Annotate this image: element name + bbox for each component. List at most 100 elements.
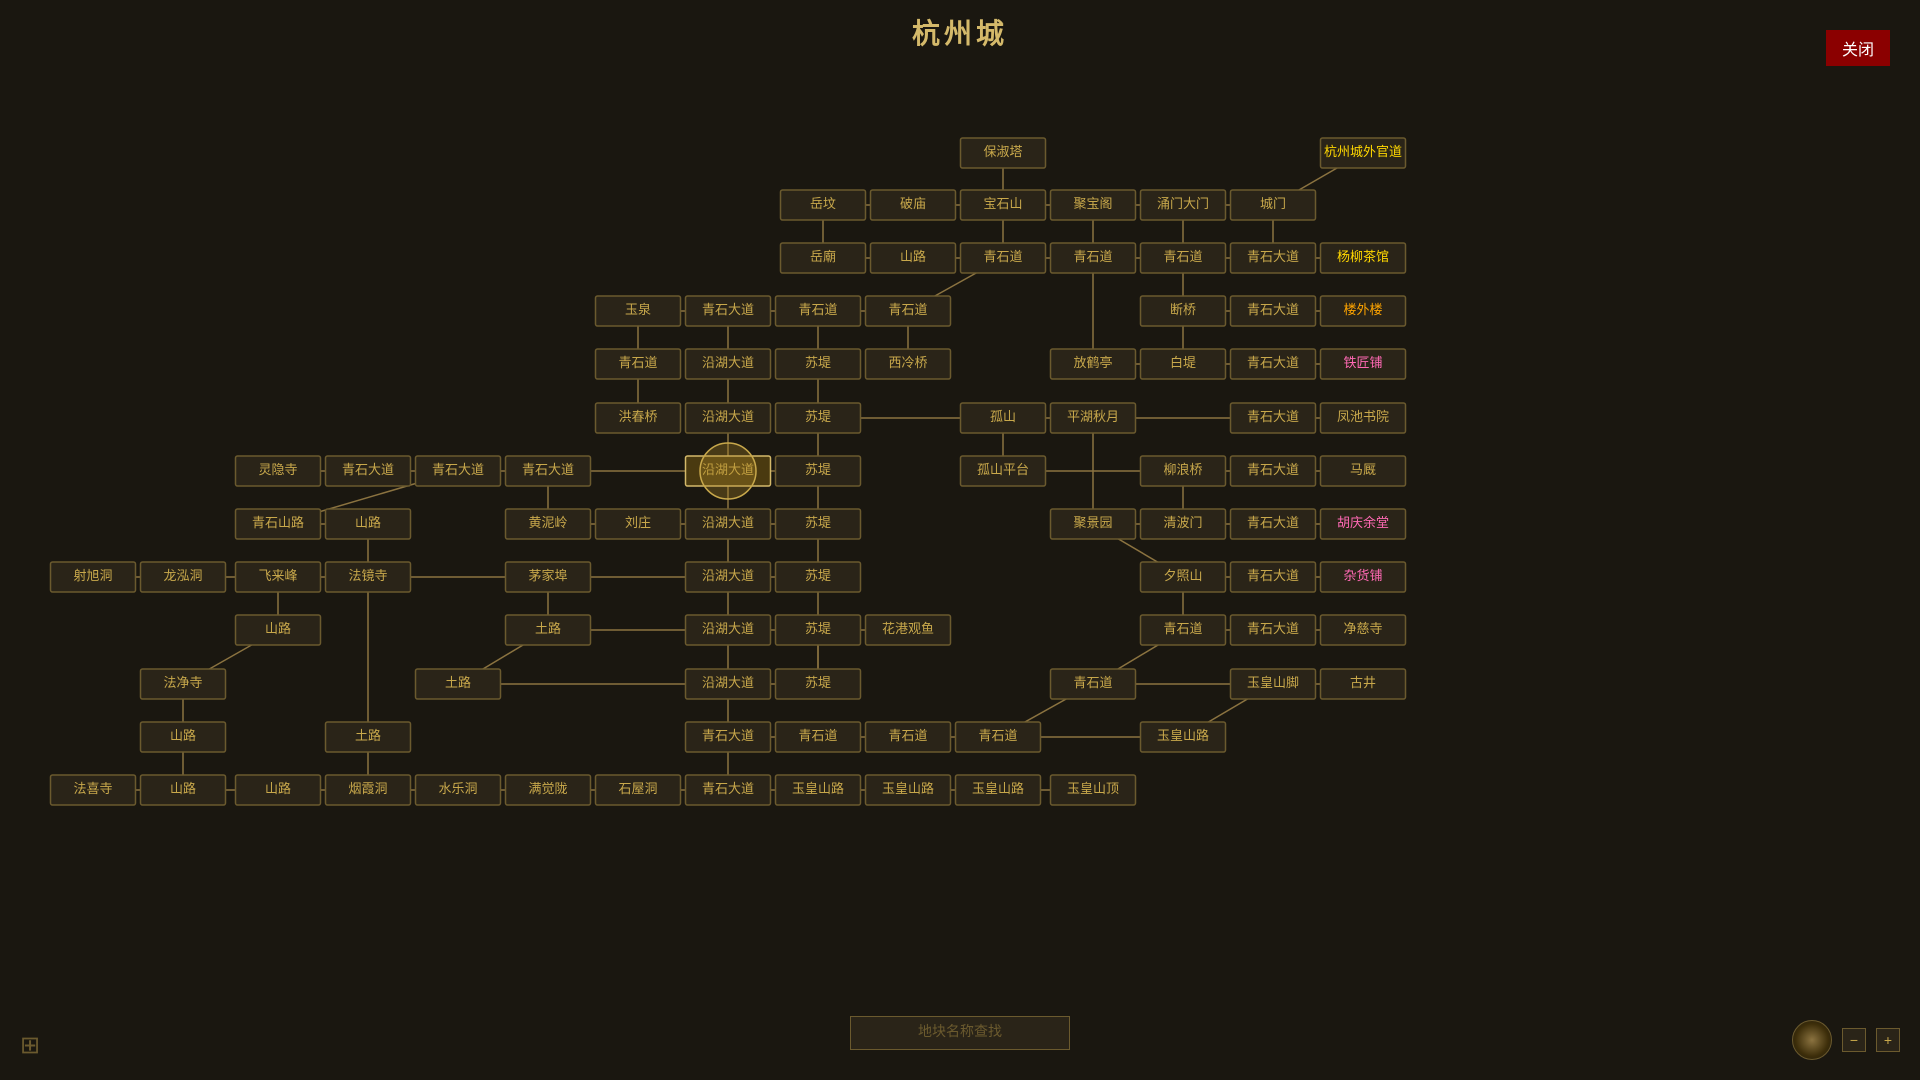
map-node[interactable]: 青石大道 bbox=[1231, 615, 1316, 645]
map-node[interactable]: 青石道 bbox=[866, 722, 951, 752]
map-node[interactable]: 射旭洞 bbox=[51, 562, 136, 592]
map-node[interactable]: 苏堤 bbox=[776, 615, 861, 645]
map-node[interactable]: 沿湖大道 bbox=[686, 562, 771, 592]
map-node[interactable]: 苏堤 bbox=[776, 509, 861, 539]
map-node[interactable]: 断桥 bbox=[1141, 296, 1226, 326]
map-node[interactable]: 破庙 bbox=[871, 190, 956, 220]
map-node[interactable]: 玉皇山路 bbox=[956, 775, 1041, 805]
map-node[interactable]: 青石大道 bbox=[1231, 296, 1316, 326]
map-node[interactable]: 沿湖大道 bbox=[686, 509, 771, 539]
map-node[interactable]: 城门 bbox=[1231, 190, 1316, 220]
map-node[interactable]: 满觉陇 bbox=[506, 775, 591, 805]
map-node[interactable]: 聚景园 bbox=[1051, 509, 1136, 539]
map-node[interactable]: 山路 bbox=[141, 722, 226, 752]
map-node[interactable]: 青石大道 bbox=[1231, 349, 1316, 379]
map-node[interactable]: 岳廟 bbox=[781, 243, 866, 273]
map-node[interactable]: 水乐洞 bbox=[416, 775, 501, 805]
map-node[interactable]: 法净寺 bbox=[141, 669, 226, 699]
map-node[interactable]: 山路 bbox=[326, 509, 411, 539]
map-node[interactable]: 杭州城外官道 bbox=[1321, 138, 1406, 168]
map-node[interactable]: 铁匠铺 bbox=[1321, 349, 1406, 379]
map-node[interactable]: 烟霞洞 bbox=[326, 775, 411, 805]
map-node[interactable]: 山路 bbox=[871, 243, 956, 273]
map-node[interactable]: 山路 bbox=[236, 615, 321, 645]
map-node[interactable]: 青石大道 bbox=[416, 456, 501, 486]
map-node[interactable]: 山路 bbox=[141, 775, 226, 805]
map-node[interactable]: 青石大道 bbox=[686, 722, 771, 752]
map-node[interactable]: 石屋洞 bbox=[596, 775, 681, 805]
map-node[interactable]: 玉皇山路 bbox=[866, 775, 951, 805]
map-node[interactable]: 苏堤 bbox=[776, 669, 861, 699]
map-node[interactable]: 西冷桥 bbox=[866, 349, 951, 379]
map-node[interactable]: 孤山 bbox=[961, 403, 1046, 433]
search-input[interactable] bbox=[850, 1016, 1070, 1050]
map-node[interactable]: 玉泉 bbox=[596, 296, 681, 326]
map-node[interactable]: 沿湖大道 bbox=[686, 403, 771, 433]
map-node[interactable]: 洪春桥 bbox=[596, 403, 681, 433]
map-node[interactable]: 青石大道 bbox=[326, 456, 411, 486]
map-node[interactable]: 青石道 bbox=[776, 722, 861, 752]
zoom-plus-button[interactable]: + bbox=[1876, 1028, 1900, 1052]
map-node[interactable]: 玉皇山顶 bbox=[1051, 775, 1136, 805]
map-node[interactable]: 古井 bbox=[1321, 669, 1406, 699]
map-node[interactable]: 聚宝阁 bbox=[1051, 190, 1136, 220]
map-node[interactable]: 土路 bbox=[506, 615, 591, 645]
map-node[interactable]: 平湖秋月 bbox=[1051, 403, 1136, 433]
map-node[interactable]: 灵隐寺 bbox=[236, 456, 321, 486]
map-node[interactable]: 马厩 bbox=[1321, 456, 1406, 486]
map-node[interactable]: 沿湖大道 bbox=[686, 669, 771, 699]
map-node[interactable]: 苏堤 bbox=[776, 349, 861, 379]
map-node[interactable]: 凤池书院 bbox=[1321, 403, 1406, 433]
map-node[interactable]: 楼外楼 bbox=[1321, 296, 1406, 326]
map-node[interactable]: 杨柳茶馆 bbox=[1321, 243, 1406, 273]
map-node[interactable]: 青石道 bbox=[956, 722, 1041, 752]
map-node[interactable]: 白堤 bbox=[1141, 349, 1226, 379]
map-node[interactable]: 青石大道 bbox=[686, 296, 771, 326]
map-node[interactable]: 青石大道 bbox=[1231, 456, 1316, 486]
map-node[interactable]: 放鹤亭 bbox=[1051, 349, 1136, 379]
map-node[interactable]: 青石道 bbox=[961, 243, 1046, 273]
map-node[interactable]: 清波门 bbox=[1141, 509, 1226, 539]
map-node[interactable]: 青石大道 bbox=[506, 456, 591, 486]
map-node[interactable]: 龙泓洞 bbox=[141, 562, 226, 592]
map-node[interactable]: 胡庆余堂 bbox=[1321, 509, 1406, 539]
map-node[interactable]: 飞来峰 bbox=[236, 562, 321, 592]
map-node[interactable]: 宝石山 bbox=[961, 190, 1046, 220]
map-node[interactable]: 苏堤 bbox=[776, 562, 861, 592]
map-node[interactable]: 杂货铺 bbox=[1321, 562, 1406, 592]
map-node[interactable]: 苏堤 bbox=[776, 456, 861, 486]
map-node[interactable]: 苏堤 bbox=[776, 403, 861, 433]
map-node[interactable]: 净慈寺 bbox=[1321, 615, 1406, 645]
map-node[interactable]: 青石道 bbox=[1141, 243, 1226, 273]
map-node[interactable]: 土路 bbox=[326, 722, 411, 752]
map-node[interactable]: 黄泥岭 bbox=[506, 509, 591, 539]
map-node[interactable]: 刘庄 bbox=[596, 509, 681, 539]
map-node[interactable]: 玉皇山路 bbox=[776, 775, 861, 805]
map-node[interactable]: 岳坟 bbox=[781, 190, 866, 220]
map-node[interactable]: 青石大道 bbox=[1231, 243, 1316, 273]
map-node[interactable]: 青石山路 bbox=[236, 509, 321, 539]
map-node[interactable]: 青石道 bbox=[776, 296, 861, 326]
map-node[interactable]: 柳浪桥 bbox=[1141, 456, 1226, 486]
map-node[interactable]: 茅家埠 bbox=[506, 562, 591, 592]
map-node[interactable]: 青石道 bbox=[596, 349, 681, 379]
map-node[interactable]: 山路 bbox=[236, 775, 321, 805]
map-node[interactable]: 青石道 bbox=[1051, 243, 1136, 273]
map-node[interactable]: 土路 bbox=[416, 669, 501, 699]
map-node[interactable]: 青石道 bbox=[866, 296, 951, 326]
map-node[interactable]: 玉皇山路 bbox=[1141, 722, 1226, 752]
zoom-minus-button[interactable]: − bbox=[1842, 1028, 1866, 1052]
map-node[interactable]: 孤山平台 bbox=[961, 456, 1046, 486]
map-node[interactable]: 青石大道 bbox=[1231, 509, 1316, 539]
map-node[interactable]: 青石道 bbox=[1051, 669, 1136, 699]
map-node[interactable]: 花港观鱼 bbox=[866, 615, 951, 645]
map-node[interactable]: 玉皇山脚 bbox=[1231, 669, 1316, 699]
map-node[interactable]: 青石道 bbox=[1141, 615, 1226, 645]
map-node[interactable]: 青石大道 bbox=[686, 775, 771, 805]
map-node[interactable]: 夕照山 bbox=[1141, 562, 1226, 592]
map-node[interactable]: 沿湖大道 bbox=[686, 615, 771, 645]
map-node[interactable]: 涌门大门 bbox=[1141, 190, 1226, 220]
map-node[interactable]: 法喜寺 bbox=[51, 775, 136, 805]
map-node[interactable]: 沿湖大道 bbox=[686, 349, 771, 379]
map-node[interactable]: 青石大道 bbox=[1231, 562, 1316, 592]
